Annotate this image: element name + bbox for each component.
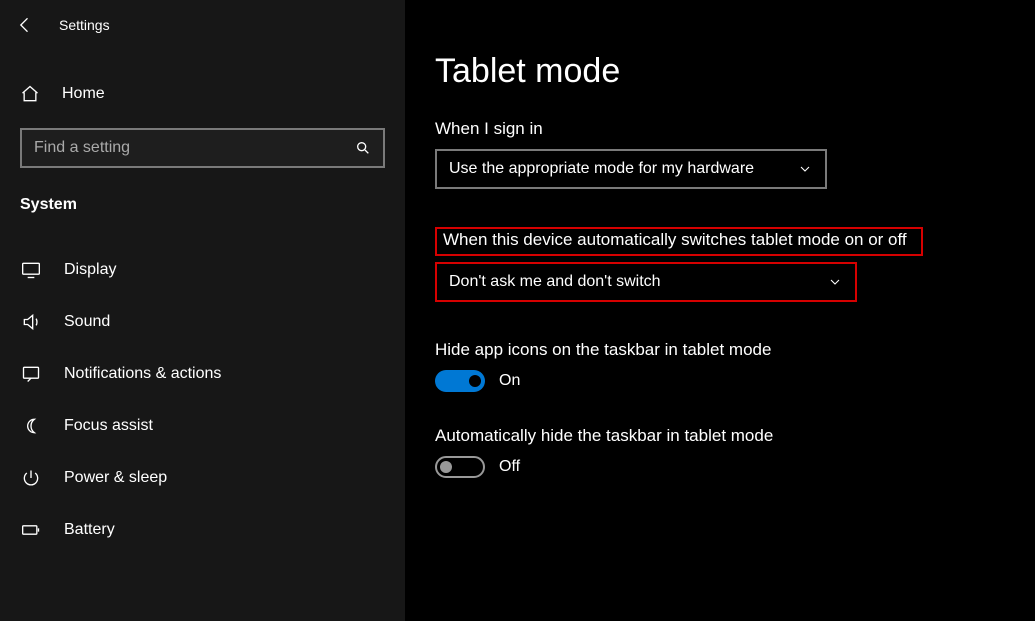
search-wrap (0, 118, 405, 186)
signin-label: When I sign in (435, 119, 1035, 139)
signin-value: Use the appropriate mode for my hardware (449, 160, 754, 178)
focus-icon (20, 416, 42, 436)
nav-list: Display Sound Notifications & actions Fo… (0, 244, 405, 556)
autoswitch-label: When this device automatically switches … (443, 230, 907, 249)
nav-label: Focus assist (64, 417, 153, 435)
hidetaskbar-label: Automatically hide the taskbar in tablet… (435, 426, 1035, 446)
hideicons-toggle[interactable] (435, 370, 485, 392)
nav-label: Notifications & actions (64, 365, 221, 383)
nav-label: Battery (64, 521, 115, 539)
nav-display[interactable]: Display (0, 244, 405, 296)
category-header: System (0, 186, 405, 226)
autoswitch-label-highlight: When this device automatically switches … (435, 227, 923, 256)
hideicons-state: On (499, 372, 520, 390)
app-title: Settings (59, 17, 110, 33)
display-icon (20, 260, 42, 280)
sidebar-home[interactable]: Home (0, 70, 405, 118)
hideicons-row: On (435, 370, 1035, 392)
autoswitch-select[interactable]: Don't ask me and don't switch (435, 262, 857, 302)
search-box[interactable] (20, 128, 385, 168)
power-icon (20, 468, 42, 488)
hidetaskbar-toggle[interactable] (435, 456, 485, 478)
hidetaskbar-state: Off (499, 458, 520, 476)
chevron-down-icon (827, 274, 843, 290)
nav-label: Display (64, 261, 116, 279)
autoswitch-value: Don't ask me and don't switch (449, 273, 661, 291)
nav-label: Sound (64, 313, 110, 331)
notifications-icon (20, 364, 42, 384)
search-icon (355, 140, 371, 156)
home-label: Home (62, 85, 105, 103)
search-input[interactable] (34, 139, 355, 157)
autoswitch-block: When this device automatically switches … (435, 227, 1035, 302)
page-title: Tablet mode (435, 52, 1035, 91)
nav-focus[interactable]: Focus assist (0, 400, 405, 452)
toggle-knob (469, 375, 481, 387)
sound-icon (20, 312, 42, 332)
battery-icon (20, 520, 42, 540)
nav-notifications[interactable]: Notifications & actions (0, 348, 405, 400)
hidetaskbar-row: Off (435, 456, 1035, 478)
back-icon[interactable] (15, 15, 35, 35)
titlebar: Settings (0, 0, 405, 50)
sidebar: Settings Home System Display Sound (0, 0, 405, 621)
nav-power[interactable]: Power & sleep (0, 452, 405, 504)
content: Tablet mode When I sign in Use the appro… (405, 0, 1035, 621)
home-icon (20, 84, 40, 104)
toggle-knob (440, 461, 452, 473)
hideicons-label: Hide app icons on the taskbar in tablet … (435, 340, 1035, 360)
signin-select[interactable]: Use the appropriate mode for my hardware (435, 149, 827, 189)
chevron-down-icon (797, 161, 813, 177)
nav-sound[interactable]: Sound (0, 296, 405, 348)
nav-battery[interactable]: Battery (0, 504, 405, 556)
nav-label: Power & sleep (64, 469, 167, 487)
